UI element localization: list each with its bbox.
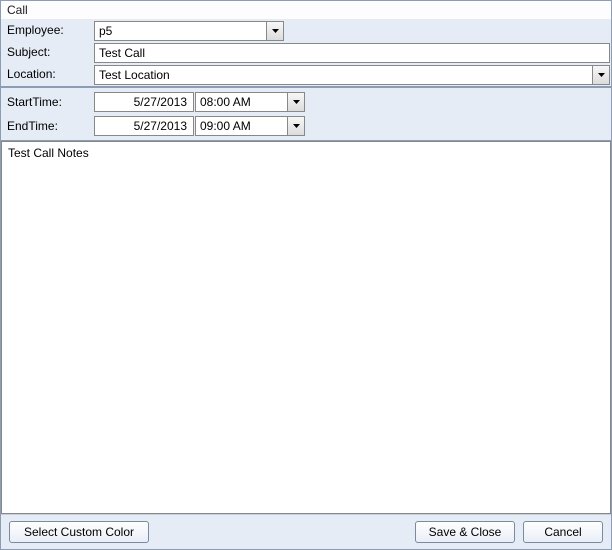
employee-label: Employee: — [1, 20, 93, 42]
cancel-button[interactable]: Cancel — [523, 521, 603, 543]
chevron-down-icon — [272, 29, 279, 33]
end-time-combo[interactable]: 09:00 AM — [195, 116, 305, 136]
employee-dropdown-button[interactable] — [266, 22, 283, 40]
employee-value: p5 — [95, 22, 266, 40]
time-panel: StartTime: 08:00 AM EndTime: 09:00 AM — [1, 87, 611, 141]
call-dialog: Call Employee: p5 Subject: Location: — [0, 0, 612, 550]
save-and-close-button[interactable]: Save & Close — [415, 521, 515, 543]
location-label: Location: — [1, 64, 93, 86]
location-value: Test Location — [95, 66, 592, 84]
endtime-label: EndTime: — [1, 116, 93, 136]
notes-textarea[interactable] — [2, 142, 610, 513]
location-combo[interactable]: Test Location — [94, 65, 610, 85]
start-date-input[interactable] — [94, 92, 194, 112]
end-date-input[interactable] — [94, 116, 194, 136]
chevron-down-icon — [598, 73, 605, 77]
starttime-label: StartTime: — [1, 92, 93, 112]
start-time-dropdown-button[interactable] — [287, 93, 304, 111]
employee-combo[interactable]: p5 — [94, 21, 284, 41]
start-time-value: 08:00 AM — [196, 93, 287, 111]
chevron-down-icon — [293, 124, 300, 128]
window-title: Call — [1, 1, 611, 20]
footer-panel: Select Custom Color Save & Close Cancel — [1, 514, 611, 549]
subject-input[interactable] — [94, 43, 610, 63]
end-time-value: 09:00 AM — [196, 117, 287, 135]
header-panel: Employee: p5 Subject: Location: Test Loc… — [1, 20, 611, 87]
subject-label: Subject: — [1, 42, 93, 64]
notes-container — [1, 141, 611, 514]
select-custom-color-button[interactable]: Select Custom Color — [9, 521, 149, 543]
chevron-down-icon — [293, 100, 300, 104]
start-time-combo[interactable]: 08:00 AM — [195, 92, 305, 112]
end-time-dropdown-button[interactable] — [287, 117, 304, 135]
location-dropdown-button[interactable] — [592, 66, 609, 84]
